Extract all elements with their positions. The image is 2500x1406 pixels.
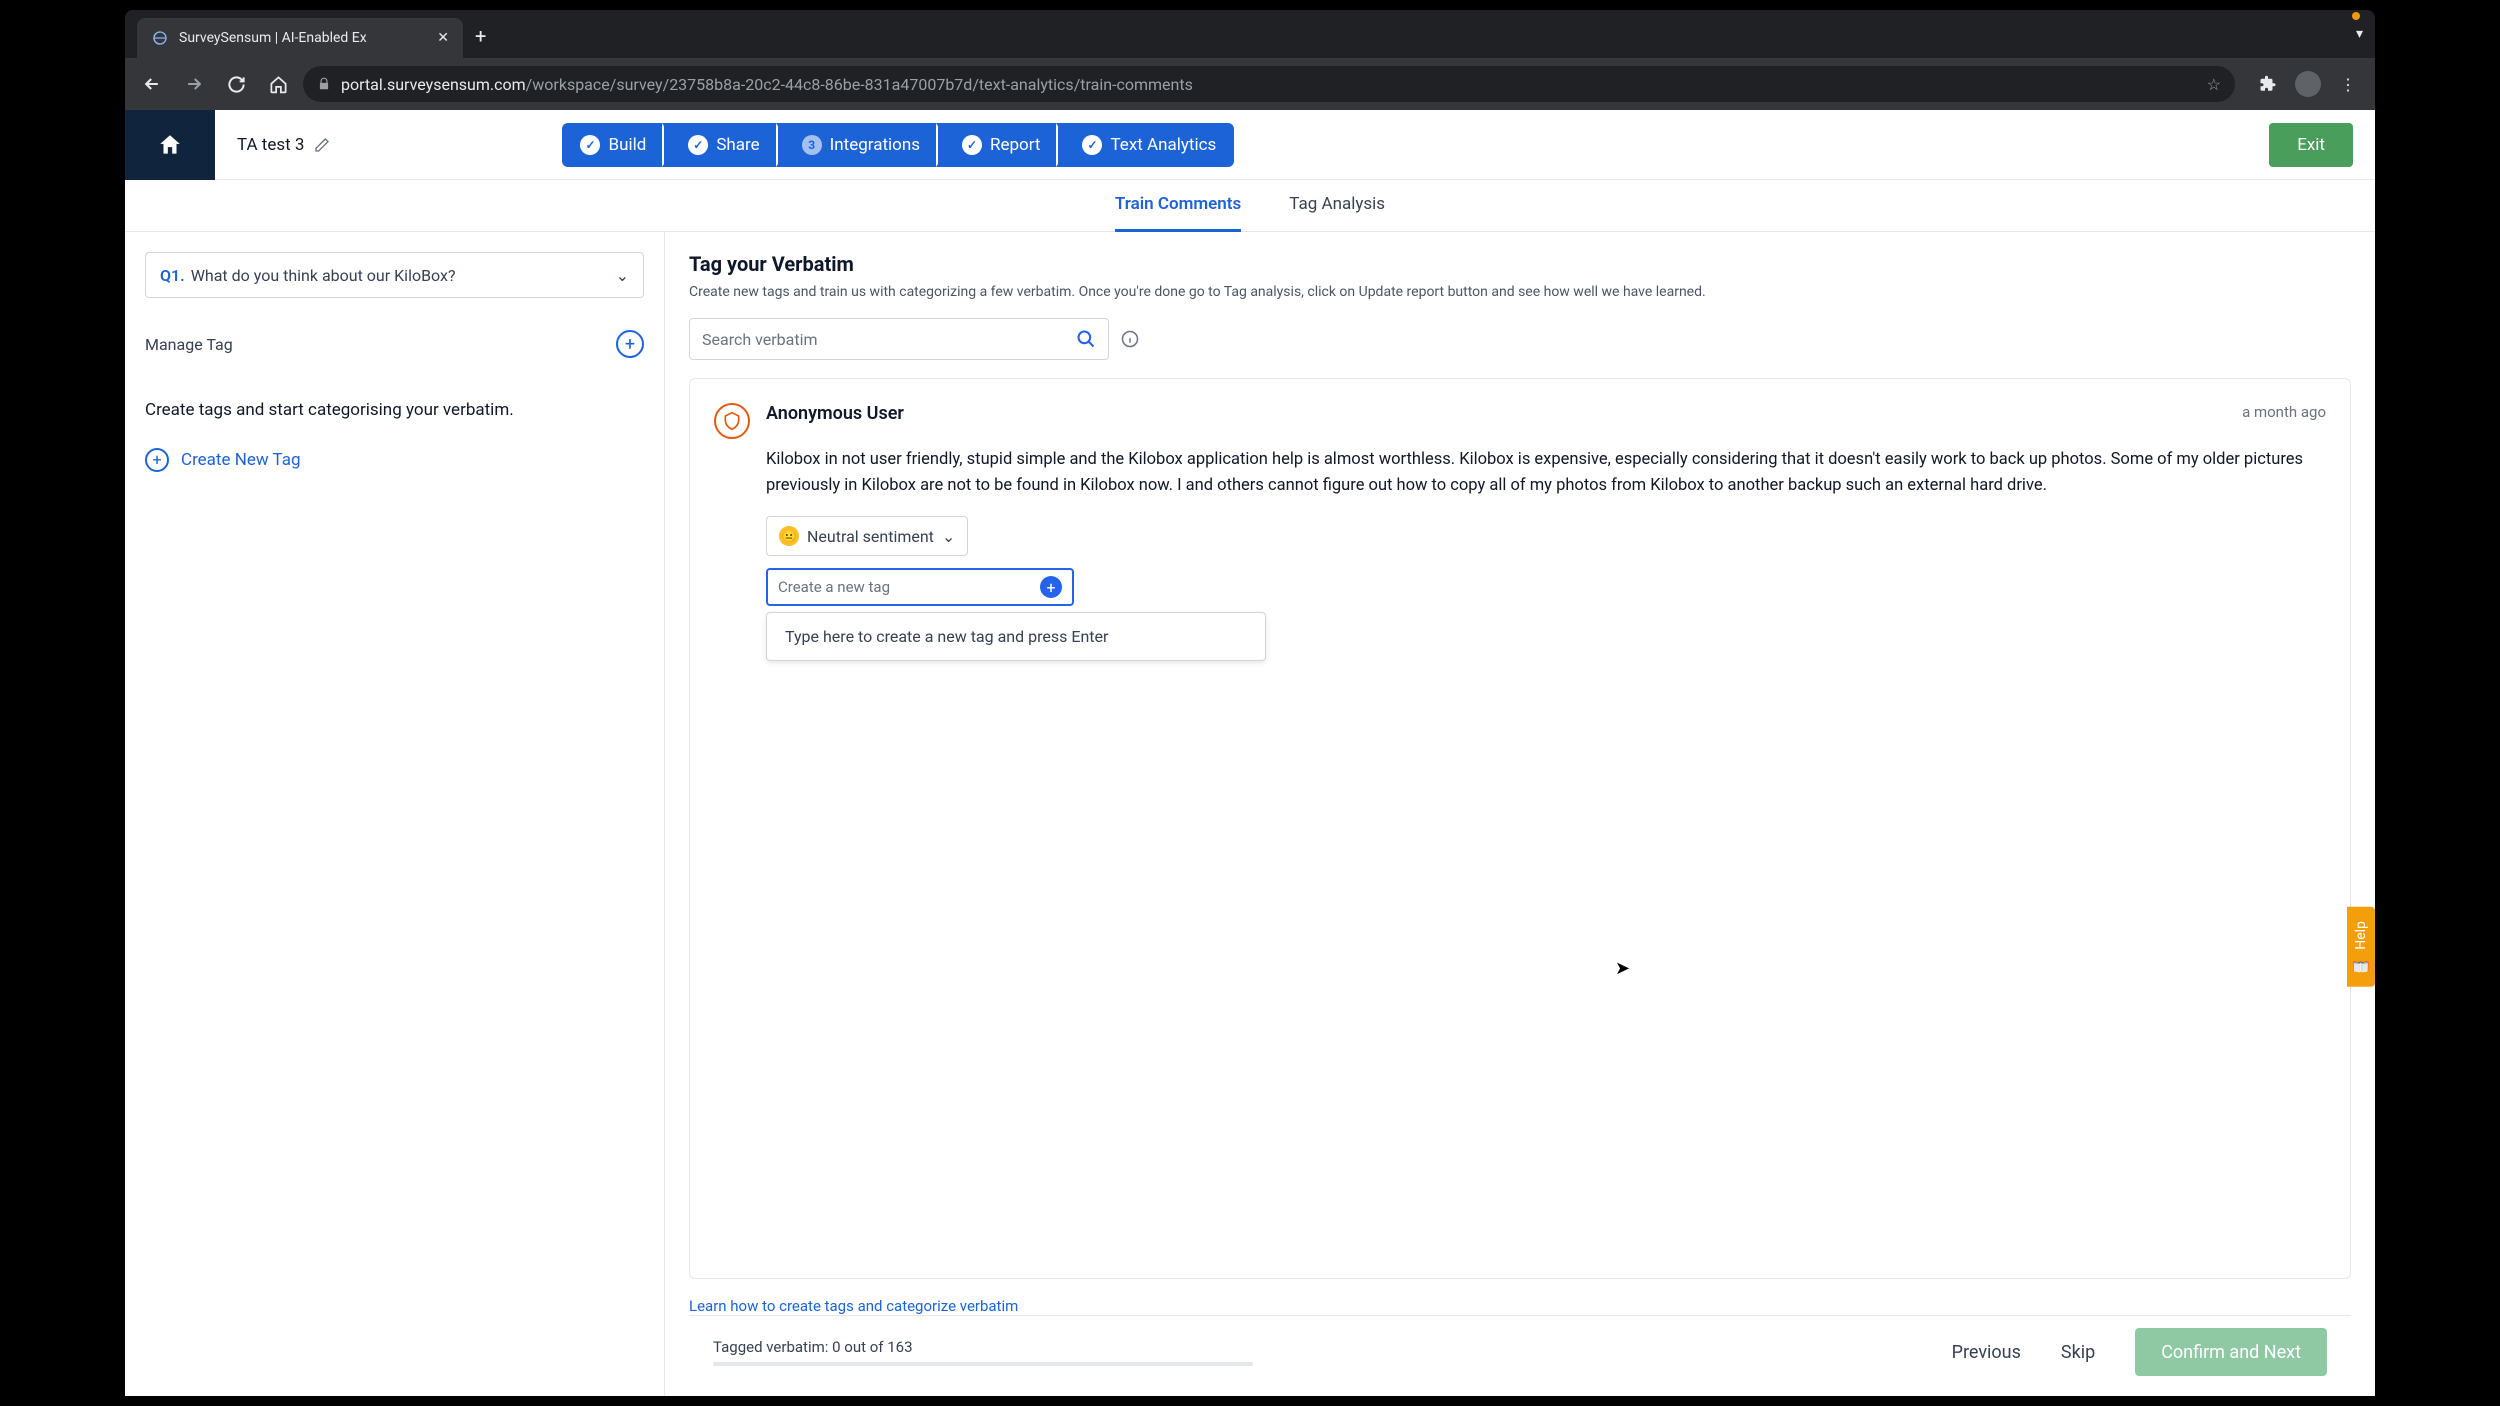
user-avatar-icon xyxy=(714,403,750,439)
back-button[interactable] xyxy=(135,67,169,101)
edit-title-icon[interactable] xyxy=(314,137,330,153)
verbatim-body: Kilobox in not user friendly, stupid sim… xyxy=(766,447,2326,498)
tab-favicon-icon xyxy=(151,29,169,47)
tab-train-comments[interactable]: Train Comments xyxy=(1115,180,1241,232)
content-heading: Tag your Verbatim xyxy=(689,252,2351,276)
sentiment-selector[interactable]: 😐 Neutral sentiment ⌄ xyxy=(766,516,968,556)
url-text: portal.surveysensum.com/workspace/survey… xyxy=(341,75,1193,94)
forward-button[interactable] xyxy=(177,67,211,101)
browser-tab-strip: SurveySensum | AI-Enabled Ex ✕ + ▾ xyxy=(125,10,2375,58)
tab-close-icon[interactable]: ✕ xyxy=(437,30,449,46)
sidebar: Q1.What do you think about our KiloBox? … xyxy=(125,232,665,1396)
workflow-steps: ✓Build ✓Share 3Integrations ✓Report ✓Tex… xyxy=(562,123,1234,167)
chevron-down-icon: ⌄ xyxy=(616,266,629,285)
app-top-bar: TA test 3 ✓Build ✓Share 3Integrations ✓R… xyxy=(125,110,2375,180)
previous-button[interactable]: Previous xyxy=(1952,1342,2021,1363)
help-side-tab[interactable]: 📖 Help xyxy=(2347,907,2375,987)
question-selector[interactable]: Q1.What do you think about our KiloBox? … xyxy=(145,252,644,298)
bookmark-star-icon[interactable]: ☆ xyxy=(2207,75,2221,94)
sidebar-description: Create tags and start categorising your … xyxy=(145,398,644,424)
help-icon: 📖 xyxy=(2353,956,2369,973)
plus-circle-icon: + xyxy=(145,448,169,472)
chevron-down-icon: ⌄ xyxy=(942,527,955,546)
app-page: TA test 3 ✓Build ✓Share 3Integrations ✓R… xyxy=(125,110,2375,1396)
manage-tag-label: Manage Tag xyxy=(145,335,233,354)
browser-toolbar: portal.surveysensum.com/workspace/survey… xyxy=(125,58,2375,110)
sub-tab-bar: Train Comments Tag Analysis xyxy=(125,180,2375,232)
neutral-face-icon: 😐 xyxy=(779,526,799,546)
tab-title: SurveySensum | AI-Enabled Ex xyxy=(179,30,367,46)
step-text-analytics[interactable]: ✓Text Analytics xyxy=(1056,123,1234,167)
new-tab-button[interactable]: + xyxy=(475,24,486,48)
main-layout: Q1.What do you think about our KiloBox? … xyxy=(125,232,2375,1396)
learn-link[interactable]: Learn how to create tags and categorize … xyxy=(689,1297,2351,1315)
skip-button[interactable]: Skip xyxy=(2061,1342,2095,1363)
search-verbatim-input[interactable] xyxy=(702,330,1076,349)
home-button[interactable] xyxy=(261,67,295,101)
tabs-dropdown-icon[interactable]: ▾ xyxy=(2356,26,2363,42)
verbatim-card: Anonymous User a month ago Kilobox in no… xyxy=(689,378,2351,1279)
profile-avatar[interactable] xyxy=(2291,67,2325,101)
tab-tag-analysis[interactable]: Tag Analysis xyxy=(1289,180,1385,232)
create-tag-input[interactable]: Create a new tag + xyxy=(766,568,1074,606)
create-tag-dropdown-hint: Type here to create a new tag and press … xyxy=(766,612,1266,661)
confirm-next-button[interactable]: Confirm and Next xyxy=(2135,1328,2327,1376)
info-icon[interactable] xyxy=(1121,330,1139,348)
lock-icon xyxy=(317,77,331,91)
step-integrations[interactable]: 3Integrations xyxy=(776,123,938,167)
reload-button[interactable] xyxy=(219,67,253,101)
create-new-tag-link[interactable]: + Create New Tag xyxy=(145,448,644,472)
footer-bar: Tagged verbatim: 0 out of 163 Previous S… xyxy=(689,1315,2351,1376)
tagged-count: Tagged verbatim: 0 out of 163 xyxy=(713,1338,1253,1356)
progress-bar xyxy=(713,1362,1253,1366)
step-share[interactable]: ✓Share xyxy=(662,123,777,167)
content-area: Tag your Verbatim Create new tags and tr… xyxy=(665,232,2375,1396)
verbatim-timestamp: a month ago xyxy=(2242,403,2326,421)
survey-title-block: TA test 3 xyxy=(215,110,352,180)
browser-menu-icon[interactable]: ⋮ xyxy=(2331,67,2365,101)
content-description: Create new tags and train us with catego… xyxy=(689,284,2351,300)
browser-tab[interactable]: SurveySensum | AI-Enabled Ex ✕ xyxy=(137,18,463,58)
extensions-icon[interactable] xyxy=(2251,67,2285,101)
survey-title: TA test 3 xyxy=(237,135,304,155)
verbatim-user-name: Anonymous User xyxy=(766,403,904,424)
address-bar[interactable]: portal.surveysensum.com/workspace/survey… xyxy=(303,66,2235,102)
add-tag-plus-icon[interactable]: + xyxy=(1040,576,1062,598)
step-report[interactable]: ✓Report xyxy=(936,123,1058,167)
search-icon[interactable] xyxy=(1076,329,1096,349)
step-build[interactable]: ✓Build xyxy=(562,123,664,167)
app-home-button[interactable] xyxy=(125,110,215,180)
exit-button[interactable]: Exit xyxy=(2269,123,2353,167)
search-verbatim-box[interactable] xyxy=(689,318,1109,360)
update-indicator-dot xyxy=(2352,12,2360,20)
add-tag-button[interactable]: + xyxy=(616,330,644,358)
